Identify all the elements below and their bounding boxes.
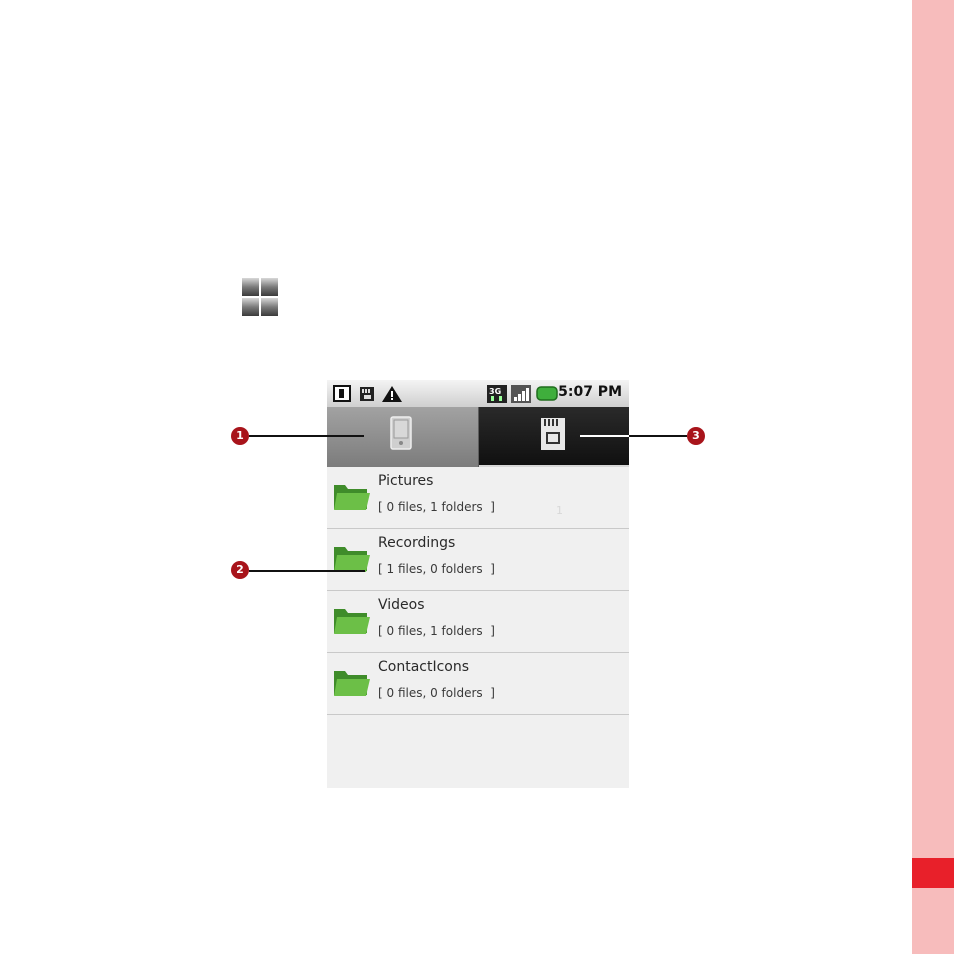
folder-info: [ 1 files, 0 folders ] bbox=[378, 562, 495, 576]
folder-icon bbox=[334, 485, 370, 510]
application-grid-icon bbox=[242, 278, 278, 316]
folder-name: Videos bbox=[378, 597, 425, 613]
list-item[interactable]: ContactIcons [ 0 files, 0 folders ] bbox=[327, 653, 629, 715]
callout-3: 3 bbox=[687, 427, 705, 445]
page-side-mark bbox=[912, 858, 954, 888]
folder-icon bbox=[334, 547, 370, 572]
folder-info: [ 0 files, 1 folders ] bbox=[378, 624, 495, 638]
list-item[interactable]: Videos [ 0 files, 1 folders ] bbox=[327, 591, 629, 653]
tab-phone-memory[interactable] bbox=[327, 407, 479, 467]
status-time: 5:07 PM bbox=[558, 384, 622, 400]
storage-tabs bbox=[327, 407, 629, 467]
folder-list: Pictures [ 0 files, 1 folders ] Recordin… bbox=[327, 467, 629, 715]
list-item[interactable]: Recordings [ 1 files, 0 folders ] bbox=[327, 529, 629, 591]
page-side-band bbox=[912, 0, 954, 954]
sd-card-icon bbox=[541, 418, 565, 450]
callout-2: 2 bbox=[231, 561, 249, 579]
callout-1: 1 bbox=[231, 427, 249, 445]
folder-icon bbox=[334, 609, 370, 634]
folder-name: ContactIcons bbox=[378, 659, 470, 675]
callout-3-line bbox=[629, 435, 687, 437]
svg-text:3G: 3G bbox=[489, 387, 501, 396]
folder-info: [ 0 files, 1 folders ] bbox=[378, 500, 495, 514]
list-item[interactable]: Pictures [ 0 files, 1 folders ] bbox=[327, 467, 629, 529]
folder-name: Recordings bbox=[378, 535, 456, 551]
battery-icon bbox=[536, 386, 558, 401]
phone-icon bbox=[390, 416, 412, 450]
callout-1-line bbox=[249, 435, 364, 437]
warning-icon bbox=[382, 386, 402, 402]
signal-icon bbox=[511, 385, 531, 403]
faint-mark: 1 bbox=[556, 504, 563, 517]
sim-1-icon bbox=[333, 385, 351, 402]
folder-name: Pictures bbox=[378, 473, 434, 489]
3g-icon: 3G bbox=[487, 385, 507, 403]
folder-info: [ 0 files, 0 folders ] bbox=[378, 686, 495, 700]
callout-3-line-inner bbox=[580, 435, 629, 437]
status-bar: 3G 5:07 PM bbox=[327, 380, 629, 407]
phone-screen: 3G 5:07 PM Pictures [0 files, 1 folders… bbox=[327, 380, 629, 788]
tab-sd-card[interactable] bbox=[479, 407, 629, 467]
folder-icon bbox=[334, 671, 370, 696]
callout-2-line bbox=[249, 570, 365, 572]
sd-card-status-icon bbox=[360, 387, 374, 401]
